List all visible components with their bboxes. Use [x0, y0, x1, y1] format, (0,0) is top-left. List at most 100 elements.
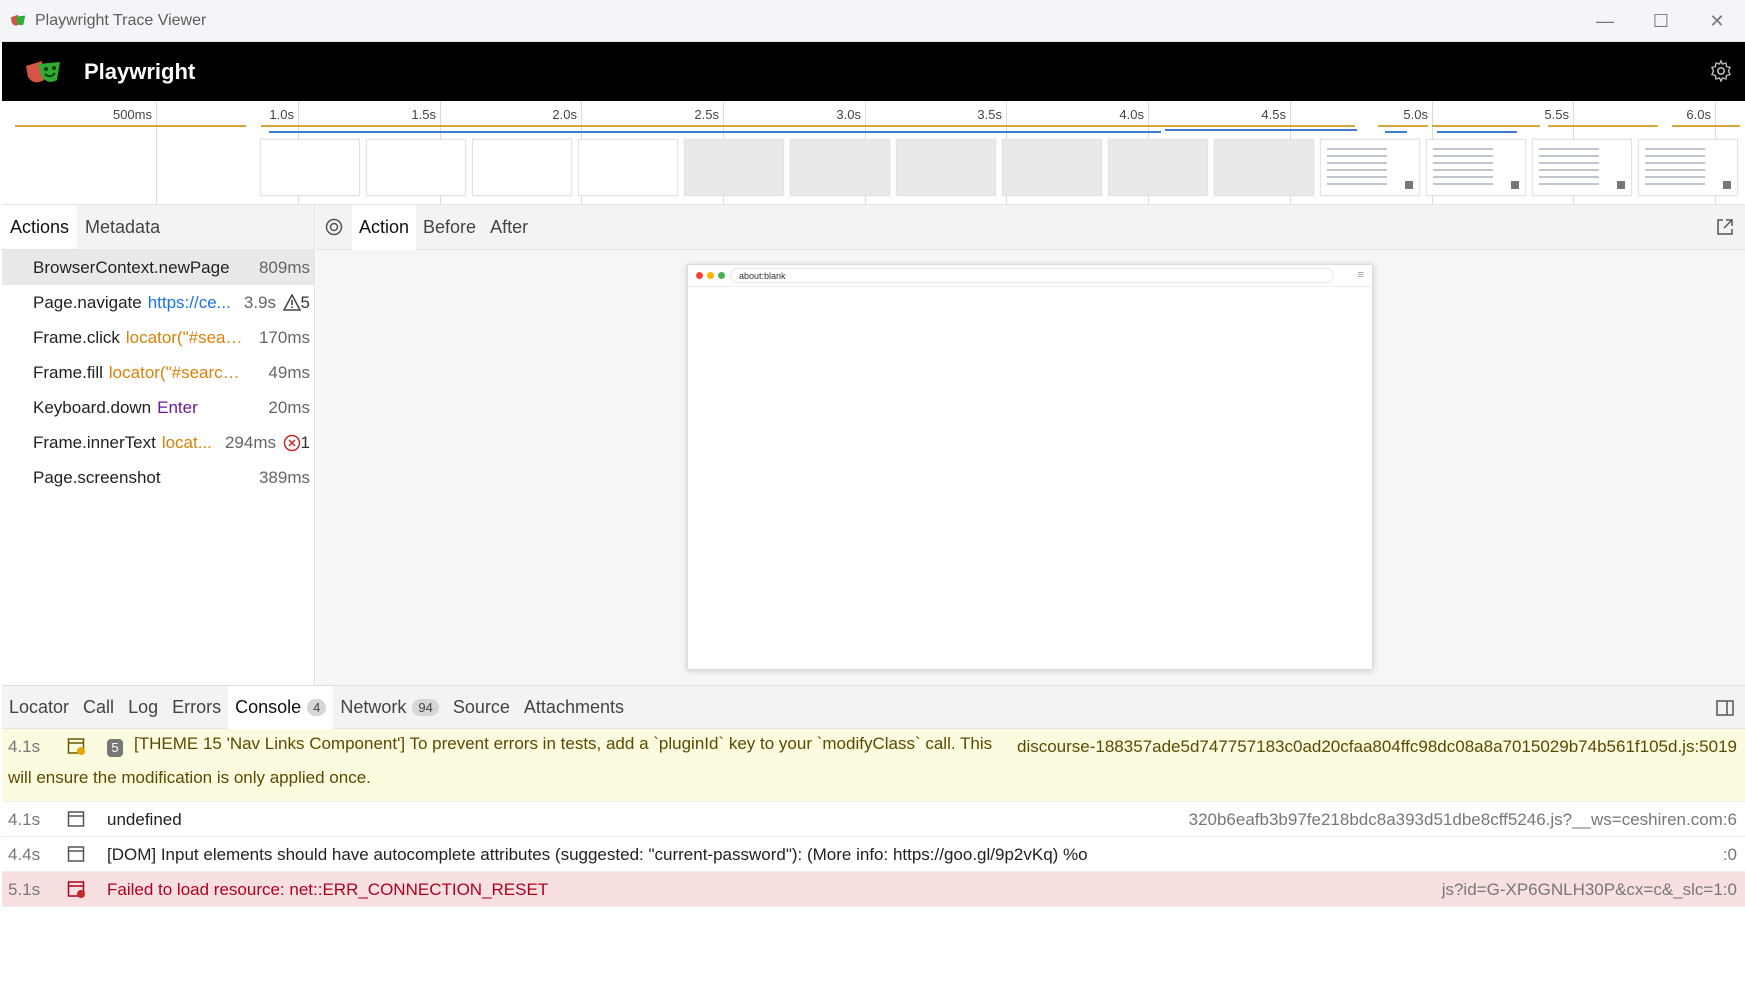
log-time: 4.4s [8, 845, 41, 864]
tab-locator[interactable]: Locator [2, 686, 76, 729]
error-badge: 1 [283, 433, 310, 453]
timeline-thumbnail[interactable] [1320, 139, 1420, 196]
warning-icon [282, 294, 301, 311]
tab-action[interactable]: Action [352, 204, 417, 250]
timeline-thumbnail[interactable] [790, 139, 890, 196]
timeline-thumbnail[interactable] [1638, 139, 1738, 196]
action-duration: 809ms [258, 257, 310, 277]
minimize-dot-icon [707, 272, 714, 279]
error-count: 1 [300, 432, 310, 452]
action-duration: 294ms [224, 432, 276, 452]
tab-call[interactable]: Call [76, 686, 121, 729]
snapshot-panel: Action Before After about:blank ≡ [316, 204, 1745, 685]
timeline-thumbnail[interactable] [472, 139, 572, 196]
log-time: 5.1s [8, 880, 41, 899]
warning-count: 5 [300, 292, 310, 312]
action-name: Page.navigate [33, 292, 142, 312]
action-name: Frame.click [33, 327, 120, 347]
tab-network-label: Network [340, 696, 407, 717]
action-item[interactable]: Page.screenshot 389ms [2, 460, 314, 495]
console-message[interactable]: 4.1s undefined 320b6eafb3b97fe218bdc8a39… [2, 802, 1745, 837]
open-in-new-window-icon[interactable] [1715, 217, 1735, 237]
tab-actions[interactable]: Actions [2, 205, 78, 249]
actions-panel: Actions Metadata BrowserContext.newPage … [2, 205, 315, 685]
timeline-tick-label: 2.0s [552, 107, 577, 122]
tab-log[interactable]: Log [121, 686, 165, 729]
timeline-thumbnail[interactable] [260, 139, 360, 196]
tab-attachments[interactable]: Attachments [517, 686, 631, 729]
action-item[interactable]: Frame.click locator("#sear... 170ms [2, 320, 314, 355]
timeline-bar [1548, 125, 1658, 127]
timeline-bar [1385, 131, 1407, 133]
tab-before[interactable]: Before [416, 205, 483, 250]
log-source-link[interactable]: js?id=G-XP6GNLH30P&cx=c&_slc=1:0 [1442, 880, 1737, 900]
settings-gear-icon[interactable] [1709, 59, 1733, 83]
brand-title: Playwright [84, 58, 196, 84]
timeline-bar [15, 125, 246, 127]
action-name: BrowserContext.newPage [33, 257, 230, 277]
action-item[interactable]: Frame.fill locator("#search-... 49ms [2, 355, 314, 390]
console-count-badge: 4 [307, 698, 327, 716]
network-count-badge: 94 [412, 698, 439, 716]
close-button[interactable]: ✕ [1689, 0, 1745, 42]
timeline-thumbnail[interactable] [684, 139, 784, 196]
action-param: locator("#search-... [108, 362, 247, 382]
console-message[interactable]: 4.4s [DOM] Input elements should have au… [2, 837, 1745, 872]
action-duration: 20ms [268, 397, 310, 417]
maximize-dot-icon [718, 272, 725, 279]
console-log-icon [67, 846, 85, 862]
minimize-button[interactable]: — [1577, 0, 1633, 42]
playwright-logo-icon [26, 60, 60, 82]
timeline-bar [1165, 129, 1357, 131]
console-message-error[interactable]: 5.1s Failed to load resource: net::ERR_C… [2, 872, 1745, 907]
action-item[interactable]: Frame.innerText locat... 294ms 1 [2, 425, 314, 460]
timeline-thumbnail[interactable] [1532, 139, 1632, 196]
action-item[interactable]: Page.navigate https://ce... 3.9s 5 [2, 285, 314, 320]
log-source-link[interactable]: discourse-188357ade5d747757183c0ad20cfaa… [1017, 737, 1737, 757]
timeline-thumbnail[interactable] [366, 139, 466, 196]
timeline-tick [156, 101, 157, 204]
details-tabs: Locator Call Log Errors Console 4 Networ… [2, 685, 1745, 729]
timeline-tick-label: 4.0s [1119, 107, 1144, 122]
timeline-thumbnail[interactable] [578, 139, 678, 196]
timeline-thumbnail[interactable] [1108, 139, 1208, 196]
tab-metadata[interactable]: Metadata [77, 205, 168, 249]
warning-badge: 5 [282, 292, 310, 313]
tab-errors[interactable]: Errors [165, 686, 228, 729]
action-duration: 49ms [268, 362, 310, 382]
tab-source[interactable]: Source [446, 686, 517, 729]
timeline-thumbnail[interactable] [1426, 139, 1526, 196]
maximize-button[interactable]: ☐ [1633, 0, 1689, 42]
action-name: Frame.fill [33, 362, 103, 382]
timeline-tick-label: 3.5s [977, 107, 1002, 122]
timeline-bar [1378, 125, 1428, 127]
timeline-tick-label: 3.0s [836, 107, 861, 122]
console-message-warning[interactable]: 4.1s 5 [THEME 15 'Nav Links Component'] … [2, 729, 1745, 802]
snapshot-tabs: Action Before After [316, 204, 1745, 250]
action-name: Keyboard.down [33, 397, 152, 417]
tab-network[interactable]: Network 94 [333, 686, 445, 729]
log-time: 4.1s [8, 810, 41, 829]
toggle-sidebar-icon[interactable] [1715, 698, 1735, 718]
action-item[interactable]: Keyboard.down Enter 20ms [2, 390, 314, 425]
timeline[interactable]: 500ms 1.0s 1.5s 2.0s 2.5s 3.0s 3.5s 4.0s… [2, 101, 1745, 205]
error-icon [283, 434, 300, 451]
timeline-thumbnail[interactable] [896, 139, 996, 196]
tab-after[interactable]: After [483, 205, 535, 250]
timeline-tick-label: 6.0s [1686, 107, 1711, 122]
action-item[interactable]: BrowserContext.newPage 809ms [2, 250, 314, 285]
snapshot-browser-frame[interactable]: about:blank ≡ [687, 264, 1373, 670]
action-duration: 170ms [258, 327, 310, 347]
close-dot-icon [696, 272, 703, 279]
pick-locator-icon[interactable] [324, 217, 344, 237]
timeline-thumbnail[interactable] [1214, 139, 1314, 196]
window-controls: — ☐ ✕ [1577, 0, 1745, 42]
log-source-link[interactable]: :0 [1723, 845, 1737, 865]
timeline-tick-label: 4.5s [1261, 107, 1286, 122]
timeline-thumbnail[interactable] [1002, 139, 1102, 196]
log-source-link[interactable]: 320b6eafb3b97fe218bdc8a393d51dbe8cff5246… [1189, 810, 1737, 830]
tab-console[interactable]: Console 4 [228, 685, 334, 729]
action-param: locat... [161, 432, 212, 452]
log-message: undefined [107, 810, 182, 829]
playwright-app-icon [10, 14, 26, 26]
